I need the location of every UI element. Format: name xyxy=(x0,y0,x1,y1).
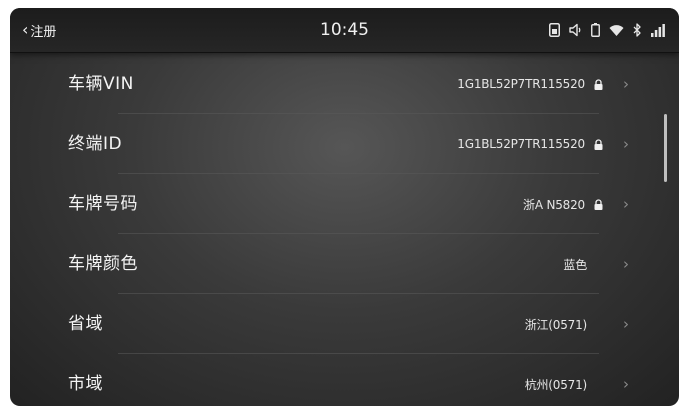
chevron-right-icon: › xyxy=(623,315,629,333)
row-value: 杭州(0571) xyxy=(524,377,588,392)
row-label: 车辆VIN xyxy=(68,74,134,94)
row-label: 终端ID xyxy=(68,134,123,154)
lock-icon xyxy=(594,78,603,90)
row-value: 1G1BL52P7TR115520 xyxy=(457,137,585,151)
row-vehicle-vin[interactable]: 车辆VIN 1G1BL52P7TR115520 › xyxy=(10,54,679,114)
row-label: 车牌颜色 xyxy=(68,254,138,274)
battery-icon xyxy=(591,23,600,37)
chevron-right-icon: › xyxy=(623,255,629,273)
signal-bars-icon xyxy=(651,23,665,37)
row-plate-color[interactable]: 车牌颜色 蓝色 › xyxy=(10,234,679,294)
vehicle-info-list: 车辆VIN 1G1BL52P7TR115520 › 终端ID 1G1BL52P7… xyxy=(10,54,679,406)
row-city[interactable]: 市域 杭州(0571) › xyxy=(10,354,679,406)
row-province[interactable]: 省域 浙江(0571) › xyxy=(10,294,679,354)
row-value: 浙江(0571) xyxy=(524,317,588,332)
chevron-right-icon: › xyxy=(623,195,629,213)
back-button[interactable]: ‹ 注册 xyxy=(22,16,56,44)
row-value: 蓝色 xyxy=(563,257,587,272)
sim-card-icon xyxy=(549,23,560,37)
row-terminal-id[interactable]: 终端ID 1G1BL52P7TR115520 › xyxy=(10,114,679,174)
status-icons xyxy=(549,20,665,40)
chevron-right-icon: › xyxy=(623,375,629,393)
row-value: 浙A N5820 xyxy=(523,197,585,212)
chevron-left-icon: ‹ xyxy=(22,20,29,39)
lock-icon xyxy=(594,138,603,150)
chevron-right-icon: › xyxy=(623,75,629,93)
wifi-icon xyxy=(609,24,624,37)
row-value: 1G1BL52P7TR115520 xyxy=(457,77,585,91)
row-label: 省域 xyxy=(68,314,103,334)
speaker-icon xyxy=(569,23,582,37)
row-plate-number[interactable]: 车牌号码 浙A N5820 › xyxy=(10,174,679,234)
back-label: 注册 xyxy=(30,24,57,40)
row-label: 车牌号码 xyxy=(68,194,138,214)
scrollbar[interactable] xyxy=(664,114,667,182)
bluetooth-icon xyxy=(633,23,642,37)
lock-icon xyxy=(594,198,603,210)
row-label: 市域 xyxy=(68,374,103,394)
chevron-right-icon: › xyxy=(623,135,629,153)
status-bar: ‹ 注册 10:45 xyxy=(10,8,679,53)
settings-screen: ‹ 注册 10:45 车辆VIN 1G1BL52P7TR115520 › 终端I… xyxy=(10,8,679,406)
